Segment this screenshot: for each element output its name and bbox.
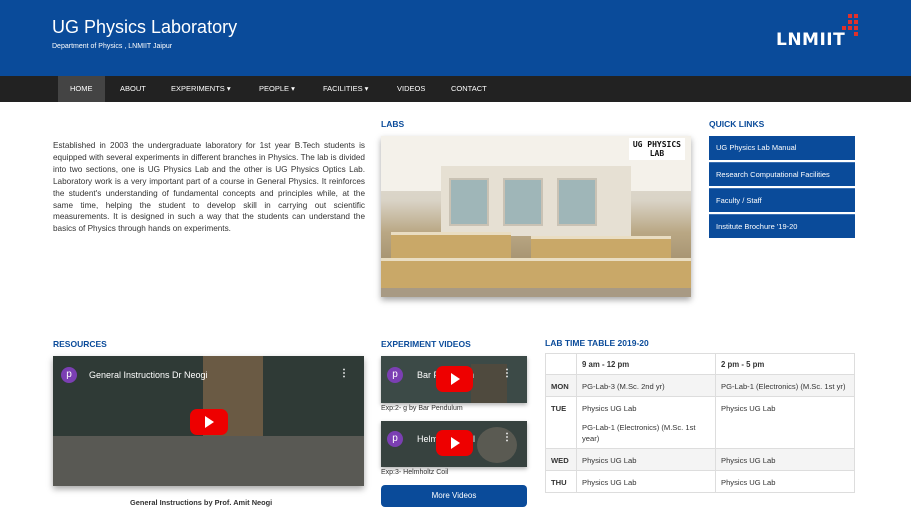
- timetable-header-row: 9 am - 12 pm 2 pm - 5 pm: [545, 353, 855, 375]
- timetable-day: MON: [545, 374, 577, 397]
- timetable-day: WED: [545, 448, 577, 471]
- quick-link-brochure[interactable]: Institute Brochure '19-20: [709, 214, 855, 238]
- channel-avatar[interactable]: p: [387, 367, 403, 383]
- nav-experiments[interactable]: EXPERIMENTS ▾: [159, 76, 243, 102]
- nav-home[interactable]: HOME: [58, 76, 105, 102]
- more-options-icon[interactable]: ⋮: [502, 368, 512, 379]
- resources-video-title[interactable]: General Instructions Dr Neogi: [89, 370, 208, 380]
- timetable-cell: Physics UG Lab: [715, 448, 855, 471]
- youtube-play-icon[interactable]: [190, 409, 228, 435]
- experiment-video-helmholtz-coil[interactable]: p Helmholtz Coil ⋮: [381, 421, 527, 467]
- more-options-icon[interactable]: ⋮: [339, 368, 349, 379]
- more-videos-button[interactable]: More Videos: [381, 485, 527, 507]
- timetable-cell: Physics UG Lab: [576, 448, 716, 471]
- labs-photo: UG PHYSICS LAB: [381, 136, 691, 297]
- nav-videos[interactable]: VIDEOS: [385, 76, 437, 102]
- youtube-play-icon[interactable]: [436, 366, 473, 392]
- timetable-cell: Physics UG Lab PG-Lab-1 (Electronics) (M…: [576, 396, 716, 449]
- resources-video-player[interactable]: p General Instructions Dr Neogi ⋮: [53, 356, 364, 486]
- resources-video-caption: General Instructions by Prof. Amit Neogi: [130, 498, 273, 507]
- nav-contact[interactable]: CONTACT: [439, 76, 499, 102]
- site-subtitle: Department of Physics , LNMIIT Jaipur: [52, 43, 173, 50]
- timetable-cell: Physics UG Lab: [715, 470, 855, 493]
- quick-link-research-facilities[interactable]: Research Computational Facilities: [709, 162, 855, 186]
- timetable-row: MON PG-Lab-3 (M.Sc. 2nd yr) PG-Lab-1 (El…: [545, 374, 855, 397]
- timetable-heading: LAB TIME TABLE 2019-20: [545, 338, 649, 348]
- labs-heading: LABS: [381, 119, 405, 129]
- experiment-video-caption: Exp:3- Helmholtz Coil: [381, 469, 449, 476]
- experiment-video-bar-pendulum[interactable]: p Bar Pendulum ⋮: [381, 356, 527, 403]
- logo-text: LNMIIT: [776, 30, 846, 50]
- nav-people[interactable]: PEOPLE ▾: [247, 76, 307, 102]
- site-title[interactable]: UG Physics Laboratory: [52, 17, 237, 38]
- more-options-icon[interactable]: ⋮: [502, 432, 512, 443]
- logo-grid-icon: [842, 14, 860, 38]
- timetable-col-afternoon: 2 pm - 5 pm: [715, 353, 855, 375]
- channel-avatar[interactable]: p: [387, 431, 403, 447]
- timetable-cell: PG-Lab-3 (M.Sc. 2nd yr): [576, 374, 716, 397]
- site-header: UG Physics Laboratory Department of Phys…: [0, 0, 911, 76]
- quick-links-heading: QUICK LINKS: [709, 119, 765, 129]
- quick-link-faculty-staff[interactable]: Faculty / Staff: [709, 188, 855, 212]
- experiment-video-caption: Exp:2- g by Bar Pendulum: [381, 405, 463, 412]
- main-nav: HOME ABOUT EXPERIMENTS ▾ PEOPLE ▾ FACILI…: [0, 76, 911, 102]
- nav-about[interactable]: ABOUT: [108, 76, 158, 102]
- timetable-row: WED Physics UG Lab Physics UG Lab: [545, 448, 855, 471]
- timetable-table: 9 am - 12 pm 2 pm - 5 pm MON PG-Lab-3 (M…: [545, 353, 855, 493]
- timetable-col-morning: 9 am - 12 pm: [576, 353, 716, 375]
- timetable-row: THU Physics UG Lab Physics UG Lab: [545, 470, 855, 493]
- channel-avatar[interactable]: p: [61, 367, 77, 383]
- timetable-row: TUE Physics UG Lab PG-Lab-1 (Electronics…: [545, 396, 855, 449]
- about-paragraph: Established in 2003 the undergraduate la…: [53, 141, 365, 234]
- timetable-col-day: [545, 353, 577, 375]
- timetable-cell: PG-Lab-1 (Electronics) (M.Sc. 1st yr): [715, 374, 855, 397]
- resources-heading: RESOURCES: [53, 339, 107, 349]
- quick-link-lab-manual[interactable]: UG Physics Lab Manual: [709, 136, 855, 160]
- youtube-play-icon[interactable]: [436, 430, 473, 456]
- timetable-day: THU: [545, 470, 577, 493]
- timetable-cell: Physics UG Lab: [576, 470, 716, 493]
- experiment-videos-heading: EXPERIMENT VIDEOS: [381, 339, 471, 349]
- lnmiit-logo[interactable]: LNMIIT: [776, 14, 862, 54]
- timetable-cell: Physics UG Lab: [715, 396, 855, 449]
- timetable-day: TUE: [545, 396, 577, 449]
- labs-photo-label: UG PHYSICS LAB: [628, 138, 685, 160]
- nav-facilities[interactable]: FACILITIES ▾: [311, 76, 380, 102]
